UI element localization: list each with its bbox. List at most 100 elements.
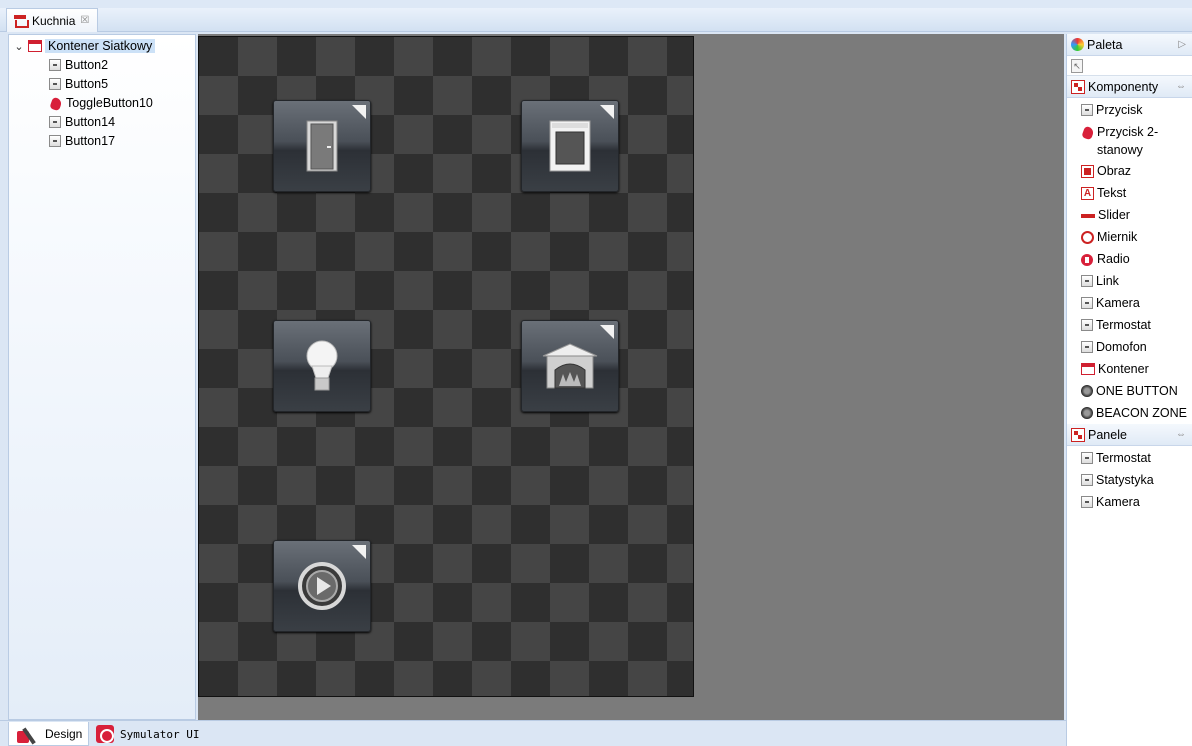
button-icon — [49, 116, 61, 128]
palette-item-termostat[interactable]: Termostat — [1067, 313, 1192, 335]
drawer-title: Panele — [1088, 427, 1127, 442]
design-canvas[interactable] — [198, 34, 1064, 720]
corner-marker-icon — [352, 545, 366, 559]
palette-item-beacon-zone[interactable]: BEACON ZONE — [1067, 401, 1192, 424]
palette-item-przycisk-2-stanowy[interactable]: Przycisk 2-stanowy — [1067, 120, 1192, 159]
palette-item-link[interactable]: Link — [1067, 269, 1192, 291]
kitchen-icon — [13, 14, 29, 28]
palette-item-label: Radio — [1097, 252, 1130, 266]
editor-tab-bar: Kuchnia ☒ — [0, 0, 1192, 32]
palette-item-label: Przycisk — [1096, 103, 1143, 117]
tile-oven-button[interactable] — [521, 100, 619, 192]
palette-item-kamera[interactable]: Kamera — [1067, 291, 1192, 313]
tree-item-label: ToggleButton10 — [66, 96, 153, 110]
tree-root-node[interactable]: ⌄ Kontener Siatkowy — [13, 37, 156, 55]
palette-item-label: Przycisk 2-stanowy — [1097, 125, 1159, 157]
palette-item-label: Kamera — [1096, 296, 1140, 310]
tab-kuchnia[interactable]: Kuchnia ☒ — [6, 8, 99, 32]
palette-item-obraz[interactable]: Obraz — [1067, 159, 1192, 181]
fireplace-icon — [542, 343, 598, 389]
button-icon — [1081, 275, 1093, 287]
tile-play-button[interactable] — [273, 540, 371, 632]
palette-item-label: Termostat — [1096, 451, 1151, 465]
tree-item-label: Button14 — [65, 115, 116, 129]
image-icon — [1081, 165, 1094, 178]
palette-item-label: Kamera — [1096, 495, 1140, 509]
palette-icon — [1071, 38, 1084, 51]
drawer-panele[interactable]: Panele ⇔ — [1067, 424, 1192, 446]
palette-item-przycisk[interactable]: Przycisk — [1067, 98, 1192, 120]
palette-panel: Paleta ▷ ↖ Komponenty ⇔ Przycisk Przycis… — [1066, 34, 1192, 746]
button-icon — [1081, 474, 1093, 486]
palette-item-label: ONE BUTTON — [1096, 384, 1178, 398]
palette-item-panel-termostat[interactable]: Termostat — [1067, 446, 1192, 468]
palette-title: Paleta — [1087, 37, 1123, 52]
palette-item-panel-kamera[interactable]: Kamera — [1067, 490, 1192, 512]
palette-item-one-button[interactable]: ONE BUTTON — [1067, 379, 1192, 401]
button-icon — [49, 59, 61, 71]
tab-simulator-label: Symulator UI — [120, 727, 200, 741]
simulator-icon — [96, 725, 114, 743]
pin-icon[interactable]: ⇔ — [1176, 81, 1186, 92]
palette-item-label: Tekst — [1097, 186, 1127, 200]
cursor-arrow-icon[interactable]: ↖ — [1071, 58, 1083, 73]
toggle-button-icon — [1081, 126, 1094, 139]
container-icon — [1081, 363, 1095, 375]
tile-fireplace-button[interactable] — [521, 320, 619, 412]
tree-item-button17[interactable]: Button17 — [49, 132, 115, 150]
tile-door-button[interactable] — [273, 100, 371, 192]
palette-item-label: Link — [1096, 274, 1119, 288]
palette-item-kontener[interactable]: Kontener — [1067, 357, 1192, 379]
palette-header: Paleta ▷ — [1067, 34, 1192, 56]
tree-item-button5[interactable]: Button5 — [49, 75, 108, 93]
tree-root-label: Kontener Siatkowy — [45, 39, 156, 53]
drawer-icon — [1071, 79, 1085, 94]
grid-container[interactable] — [198, 36, 694, 697]
one-button-icon — [1081, 385, 1093, 397]
gauge-icon — [1081, 231, 1094, 244]
palette-item-label: Statystyka — [1096, 473, 1154, 487]
drawer-komponenty[interactable]: Komponenty ⇔ — [1067, 76, 1192, 98]
outline-tree: ⌄ Kontener Siatkowy Button2 Button5 Togg… — [8, 34, 196, 720]
light-bulb-icon — [306, 340, 338, 391]
collapse-arrow-icon[interactable]: ▷ — [1178, 39, 1186, 50]
pin-icon[interactable]: ⇔ — [1176, 429, 1186, 440]
palette-item-label: Obraz — [1097, 164, 1132, 178]
tile-light-button[interactable] — [273, 320, 371, 412]
grid-container-icon — [28, 40, 42, 52]
palette-item-miernik[interactable]: Miernik — [1067, 225, 1192, 247]
design-tools-icon — [17, 725, 39, 743]
door-icon — [306, 120, 338, 172]
button-icon — [1081, 496, 1093, 508]
palette-item-radio[interactable]: Radio — [1067, 247, 1192, 269]
palette-item-domofon[interactable]: Domofon — [1067, 335, 1192, 357]
toggle-button-icon — [49, 97, 62, 110]
palette-item-label: Kontener — [1098, 362, 1149, 376]
tree-item-label: Button17 — [65, 134, 116, 148]
tree-item-togglebutton10[interactable]: ToggleButton10 — [49, 94, 153, 112]
oven-icon — [549, 120, 591, 172]
drawer-title: Komponenty — [1088, 79, 1159, 94]
palette-item-label: BEACON ZONE — [1096, 406, 1187, 420]
tab-simulator[interactable]: Symulator UI — [88, 722, 205, 746]
palette-item-statystyka[interactable]: Statystyka — [1067, 468, 1192, 490]
tree-item-button2[interactable]: Button2 — [49, 56, 108, 74]
close-tab-icon[interactable]: ☒ — [80, 15, 89, 26]
palette-item-tekst[interactable]: A Tekst — [1067, 181, 1192, 203]
tab-strip — [0, 8, 1192, 32]
button-icon — [49, 78, 61, 90]
button-icon — [1081, 452, 1093, 464]
tab-design-label: Design — [45, 726, 83, 741]
tree-item-label: Button2 — [65, 58, 109, 72]
palette-item-slider[interactable]: Slider — [1067, 203, 1192, 225]
corner-marker-icon — [600, 325, 614, 339]
tab-title: Kuchnia — [32, 13, 76, 28]
radio-icon — [1081, 253, 1094, 266]
palette-item-label: Termostat — [1096, 318, 1151, 332]
tab-design[interactable]: Design — [8, 722, 90, 746]
corner-marker-icon — [352, 105, 366, 119]
palette-item-label: Domofon — [1096, 340, 1147, 354]
select-tool[interactable]: ↖ — [1067, 56, 1192, 76]
chevron-down-icon[interactable]: ⌄ — [13, 40, 25, 53]
tree-item-button14[interactable]: Button14 — [49, 113, 115, 131]
